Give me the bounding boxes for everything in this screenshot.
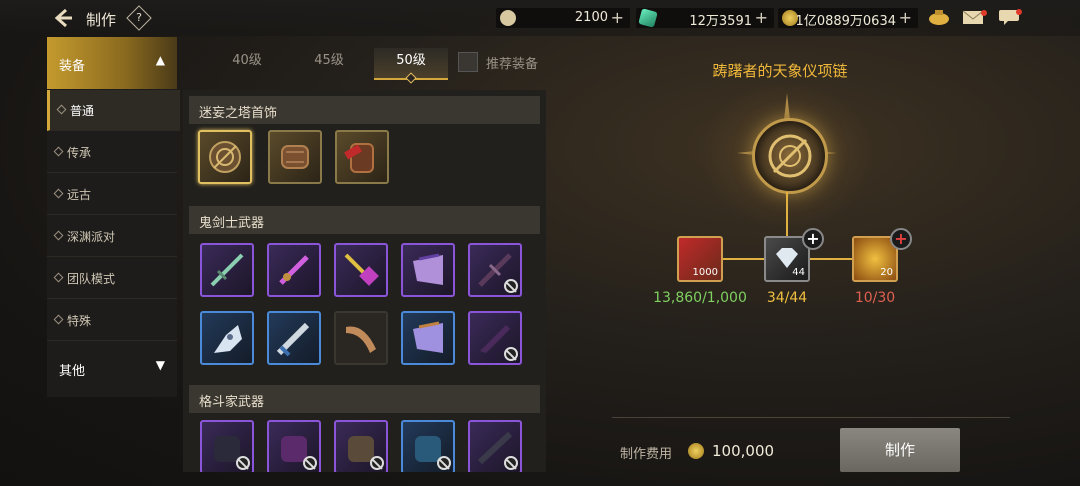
material-slot-ticket[interactable]: 1000: [677, 236, 723, 282]
sidebar-item-normal[interactable]: 普通: [47, 90, 180, 131]
recommend-checkbox[interactable]: [458, 52, 478, 72]
currency-green-crystal: 12万3591 +: [636, 8, 774, 29]
item-slot-weapon[interactable]: [334, 420, 388, 472]
item-slot-bracelet[interactable]: [268, 130, 322, 184]
sidebar-category-other[interactable]: 其他 ▼: [47, 342, 177, 394]
item-slot-weapon[interactable]: [401, 243, 455, 297]
tab-level-40[interactable]: 40级: [210, 48, 284, 78]
item-slot-weapon[interactable]: [468, 420, 522, 472]
bag-icon[interactable]: [928, 8, 950, 26]
currency-gold-coin: 1亿0889万0634 +: [778, 8, 918, 29]
locked-icon: [504, 456, 518, 470]
add-diamond-button[interactable]: +: [802, 228, 824, 250]
sidebar-item-legacy[interactable]: 传承: [47, 132, 177, 173]
item-slot-weapon[interactable]: [200, 420, 254, 472]
back-arrow-icon[interactable]: [52, 6, 76, 30]
tab-level-50[interactable]: 50级: [374, 48, 448, 84]
selected-item-name: 踌躇者的天象仪项链: [712, 62, 848, 80]
diamond-bullet-icon: [56, 104, 67, 115]
item-slot-weapon[interactable]: [334, 311, 388, 365]
sidebar-item-ancient[interactable]: 远古: [47, 174, 177, 215]
recommend-label: 推荐装备: [486, 57, 539, 72]
locked-icon: [370, 456, 384, 470]
item-slot-weapon[interactable]: [401, 311, 455, 365]
diamond-bullet-icon: [53, 230, 64, 241]
item-slot-weapon[interactable]: [334, 243, 388, 297]
diamond-bullet-icon: [53, 188, 64, 199]
mail-notification-dot: [981, 10, 987, 16]
item-list-panel[interactable]: 迷妄之塔首饰 鬼剑士武器 格斗家武器: [183, 90, 546, 472]
c-coin-icon: [500, 10, 516, 26]
section-header: 迷妄之塔首饰: [189, 96, 540, 124]
item-slot-weapon[interactable]: [468, 243, 522, 297]
item-slot-weapon[interactable]: [200, 243, 254, 297]
category-sidebar: 装备 ▲ 普通 传承 远古 深渊派对 团队模式 特殊 其他 ▼: [47, 37, 180, 397]
item-slot-weapon[interactable]: [200, 311, 254, 365]
chevron-down-icon: ▼: [155, 358, 165, 372]
item-slot-weapon[interactable]: [468, 311, 522, 365]
item-slot-weapon[interactable]: [267, 311, 321, 365]
gold-coin-icon: [688, 443, 704, 459]
material-count: 10/30: [854, 290, 896, 306]
section-header: 格斗家武器: [189, 385, 540, 413]
make-button[interactable]: 制作: [840, 428, 960, 472]
green-crystal-icon: [638, 8, 658, 28]
diamond-bullet-icon: [53, 146, 64, 157]
sidebar-item-special[interactable]: 特殊: [47, 300, 177, 341]
item-slot-weapon[interactable]: [401, 420, 455, 472]
tab-level-45[interactable]: 45级: [292, 48, 366, 78]
chevron-up-icon: ▲: [155, 53, 165, 67]
sidebar-item-team-mode[interactable]: 团队模式: [47, 258, 177, 299]
help-icon[interactable]: ?: [126, 5, 152, 31]
sidebar-item-abyss-party[interactable]: 深渊派对: [47, 216, 177, 257]
add-gold-coin-button[interactable]: +: [899, 8, 912, 27]
section-header: 鬼剑士武器: [189, 206, 540, 234]
item-slot-planetarium-necklace[interactable]: [198, 130, 252, 184]
item-slot-ring[interactable]: [335, 130, 389, 184]
locked-icon: [236, 456, 250, 470]
locked-icon: [437, 456, 451, 470]
page-title: 制作: [86, 11, 117, 29]
divider: [612, 417, 1010, 418]
add-c-coin-button[interactable]: +: [611, 8, 624, 27]
sidebar-category-equipment[interactable]: 装备 ▲: [47, 37, 177, 89]
locked-icon: [504, 347, 518, 361]
cost-label: 制作费用: [620, 447, 673, 462]
add-orb-button[interactable]: +: [890, 228, 912, 250]
add-green-crystal-button[interactable]: +: [755, 8, 768, 27]
selected-tab-marker-icon: [405, 72, 417, 84]
cost-value: 100,000: [712, 442, 775, 460]
item-slot-weapon[interactable]: [267, 420, 321, 472]
item-slot-weapon[interactable]: [267, 243, 321, 297]
locked-icon: [303, 456, 317, 470]
locked-icon: [504, 279, 518, 293]
diamond-bullet-icon: [53, 272, 64, 283]
chat-notification-dot: [1016, 9, 1022, 15]
top-bar: 制作 ? 2100 + 12万3591 + 1亿0889万0634 +: [0, 0, 1080, 36]
currency-c-coin: 2100 +: [496, 8, 630, 28]
diamond-bullet-icon: [53, 314, 64, 325]
selected-item-icon[interactable]: [752, 118, 828, 194]
